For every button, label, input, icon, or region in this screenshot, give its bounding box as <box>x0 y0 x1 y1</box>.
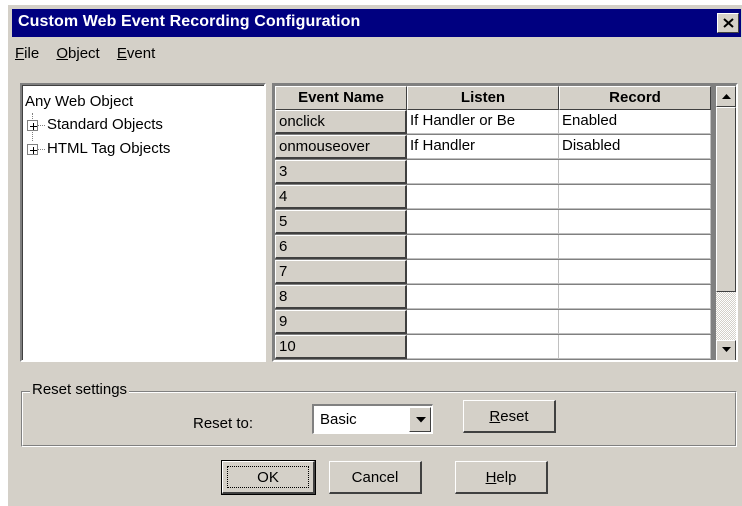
row-record-cell[interactable] <box>559 185 711 209</box>
row-record-cell[interactable] <box>559 310 711 334</box>
menu-bar: File Object Event <box>12 43 165 65</box>
menu-file-mnemonic: F <box>15 45 25 62</box>
reset-to-dropdown[interactable]: Basic <box>312 404 433 434</box>
scroll-thumb[interactable] <box>716 107 736 292</box>
menu-object[interactable]: Object <box>53 43 102 64</box>
menu-file[interactable]: File <box>12 43 42 64</box>
tree-root-any-web-object[interactable]: Any Web Object <box>25 93 133 110</box>
reset-to-label: Reset to: <box>193 415 254 432</box>
row-event-name[interactable]: 6 <box>275 235 407 259</box>
window-title: Custom Web Event Recording Configuration <box>18 13 361 30</box>
row-event-name[interactable]: 3 <box>275 160 407 184</box>
dropdown-button[interactable] <box>409 407 431 432</box>
help-button[interactable]: Help <box>455 461 548 494</box>
focus-indicator <box>227 466 309 488</box>
close-icon <box>723 18 734 28</box>
reset-button[interactable]: Reset <box>463 400 556 433</box>
row-listen-cell[interactable] <box>407 335 559 359</box>
row-event-name[interactable]: 9 <box>275 310 407 334</box>
row-event-name[interactable]: onmouseover <box>275 135 407 159</box>
event-grid[interactable]: Event Name Listen Record onclick If Hand… <box>272 83 738 362</box>
row-listen-cell[interactable] <box>407 310 559 334</box>
help-button-label: elp <box>496 469 517 486</box>
menu-file-label: ile <box>24 45 40 62</box>
scroll-up-button[interactable] <box>716 86 736 107</box>
menu-object-label: bject <box>68 45 100 62</box>
ok-button[interactable]: OK <box>221 460 316 495</box>
tree-node-label: Standard Objects <box>47 116 163 133</box>
row-listen-cell[interactable] <box>407 160 559 184</box>
row-listen-cell[interactable] <box>407 285 559 309</box>
row-record-cell[interactable] <box>559 335 711 359</box>
expand-icon[interactable] <box>27 144 38 155</box>
arrow-up-icon <box>722 94 731 99</box>
row-listen-cell[interactable]: If Handler or Be <box>407 110 559 134</box>
row-listen-cell[interactable]: If Handler <box>407 135 559 159</box>
chevron-down-icon <box>416 417 426 423</box>
reset-button-mnemonic: R <box>489 408 501 425</box>
tree-connector-dots <box>38 149 45 150</box>
row-event-name[interactable]: 5 <box>275 210 407 234</box>
row-event-name[interactable]: 4 <box>275 185 407 209</box>
menu-event-mnemonic: E <box>116 45 127 62</box>
row-record-cell[interactable]: Enabled <box>559 110 711 134</box>
row-record-cell[interactable] <box>559 160 711 184</box>
row-listen-cell[interactable] <box>407 235 559 259</box>
grid-vertical-scrollbar[interactable] <box>716 86 736 360</box>
row-event-name[interactable]: 10 <box>275 335 407 359</box>
close-button[interactable] <box>717 13 739 33</box>
arrow-down-icon <box>722 347 731 352</box>
row-event-name[interactable]: 7 <box>275 260 407 284</box>
reset-to-selected-value: Basic <box>320 411 357 428</box>
row-record-cell[interactable] <box>559 210 711 234</box>
tree-connector-dots <box>38 125 45 126</box>
row-record-cell[interactable] <box>559 235 711 259</box>
menu-event-label: vent <box>126 45 156 62</box>
expand-icon[interactable] <box>27 120 38 131</box>
dialog-window: Custom Web Event Recording Configuration… <box>7 4 742 506</box>
column-header-listen[interactable]: Listen <box>407 86 559 110</box>
tree-node-label: HTML Tag Objects <box>47 140 171 157</box>
row-event-name[interactable]: 8 <box>275 285 407 309</box>
row-record-cell[interactable]: Disabled <box>559 135 711 159</box>
row-listen-cell[interactable] <box>407 185 559 209</box>
column-header-event-name[interactable]: Event Name <box>275 86 407 110</box>
row-listen-cell[interactable] <box>407 210 559 234</box>
column-header-record[interactable]: Record <box>559 86 711 110</box>
row-record-cell[interactable] <box>559 285 711 309</box>
reset-settings-label: Reset settings <box>30 381 130 398</box>
title-bar[interactable]: Custom Web Event Recording Configuration <box>12 9 741 37</box>
menu-object-mnemonic: O <box>56 45 69 62</box>
event-grid-body: Event Name Listen Record onclick If Hand… <box>275 86 715 360</box>
row-listen-cell[interactable] <box>407 260 559 284</box>
row-event-name[interactable]: onclick <box>275 110 407 134</box>
row-record-cell[interactable] <box>559 260 711 284</box>
cancel-button-label: Cancel <box>351 469 399 486</box>
reset-button-label: eset <box>500 408 529 425</box>
scroll-down-button[interactable] <box>716 340 736 360</box>
object-tree[interactable]: Any Web Object Standard Objects HTML Tag… <box>20 83 266 362</box>
menu-event[interactable]: Event <box>114 43 158 64</box>
cancel-button[interactable]: Cancel <box>329 461 422 494</box>
help-button-mnemonic: H <box>485 469 497 486</box>
